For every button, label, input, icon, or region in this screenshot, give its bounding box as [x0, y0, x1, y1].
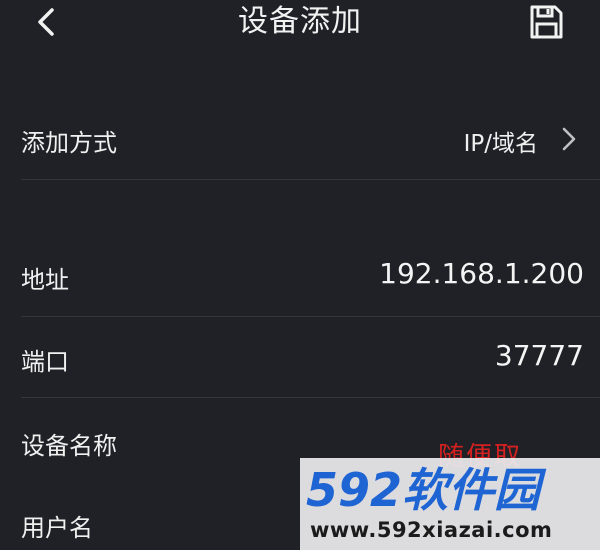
device-name-label: 设备名称: [21, 432, 117, 460]
watermark-url: www.592xiazai.com: [310, 518, 553, 542]
add-method-label: 添加方式: [21, 129, 117, 157]
port-label: 端口: [21, 348, 69, 376]
divider: [21, 179, 600, 180]
svg-text:592软件园: 592软件园: [306, 463, 547, 516]
username-label: 用户名: [21, 514, 93, 542]
add-method-row[interactable]: 添加方式 IP/域名: [0, 0, 600, 180]
port-value[interactable]: 37777: [495, 339, 584, 372]
address-row[interactable]: 地址 192.168.1.200: [0, 230, 600, 316]
address-label: 地址: [21, 266, 69, 294]
address-value[interactable]: 192.168.1.200: [379, 257, 584, 290]
watermark: 592软件园 www.592xiazai.com: [300, 458, 600, 550]
site-logo: 592软件园: [306, 463, 547, 516]
device-add-screen: 设备添加 添加方式 IP/域名 地址 192.168.1.200 端口 3777…: [0, 0, 600, 550]
add-method-value: IP/域名: [463, 131, 538, 157]
port-row[interactable]: 端口 37777: [0, 317, 600, 397]
chevron-right-icon: [562, 127, 576, 151]
